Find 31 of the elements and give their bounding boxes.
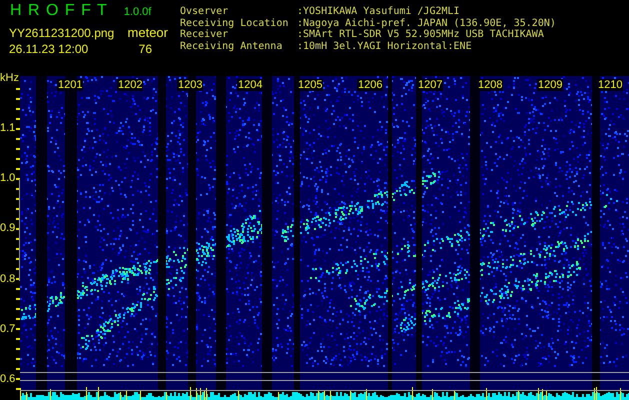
axis-label: 1.1 xyxy=(0,122,16,134)
axis-label: 1.0 xyxy=(0,172,16,184)
meteor-label: meteor xyxy=(128,25,168,40)
axis-label: 0.6 xyxy=(0,373,16,385)
time-label: 1204 xyxy=(237,79,264,91)
time-label: 1207 xyxy=(417,79,444,91)
axis-label: 0.7 xyxy=(0,322,16,335)
axis-label: 0.9 xyxy=(0,222,16,234)
time-label: 1208 xyxy=(477,79,504,91)
info-value: :YOSHIKAWA Yasufumi /JG2MLI xyxy=(297,6,460,18)
info-label: Receiver xyxy=(180,29,230,40)
time-label: 1201 xyxy=(57,79,84,91)
info-label: Receiving Antenna xyxy=(180,40,284,52)
date-time: 26.11.23 12:00 xyxy=(9,42,88,58)
unit-label: kHz xyxy=(0,72,19,84)
info-label: Ovserver xyxy=(180,6,230,18)
time-label: 1206 xyxy=(357,79,384,91)
info-label: Receiving Location xyxy=(180,18,290,29)
app-title: H R O F F T xyxy=(10,2,108,20)
version-label: 1.0.0f xyxy=(124,6,152,18)
axis-label: 0.8 xyxy=(0,272,16,285)
time-label: 1202 xyxy=(117,79,144,91)
info-value: :Nagoya Aichi-pref. JAPAN (136.90E, 35.20N) xyxy=(297,18,556,29)
info-value: :SMArt RTL-SDR V5 52.905MHz USB TACHIKAWA xyxy=(297,29,544,40)
meteor-count: 76 xyxy=(138,42,153,58)
file-name: YY2611231200.png xyxy=(9,26,114,40)
time-label: 1210 xyxy=(597,79,624,91)
time-label: 1203 xyxy=(177,79,204,91)
info-value: :10mH 3el.YAGI Horizontal:ENE xyxy=(297,40,472,52)
time-label: 1209 xyxy=(537,79,564,91)
time-label: 1205 xyxy=(297,79,324,91)
